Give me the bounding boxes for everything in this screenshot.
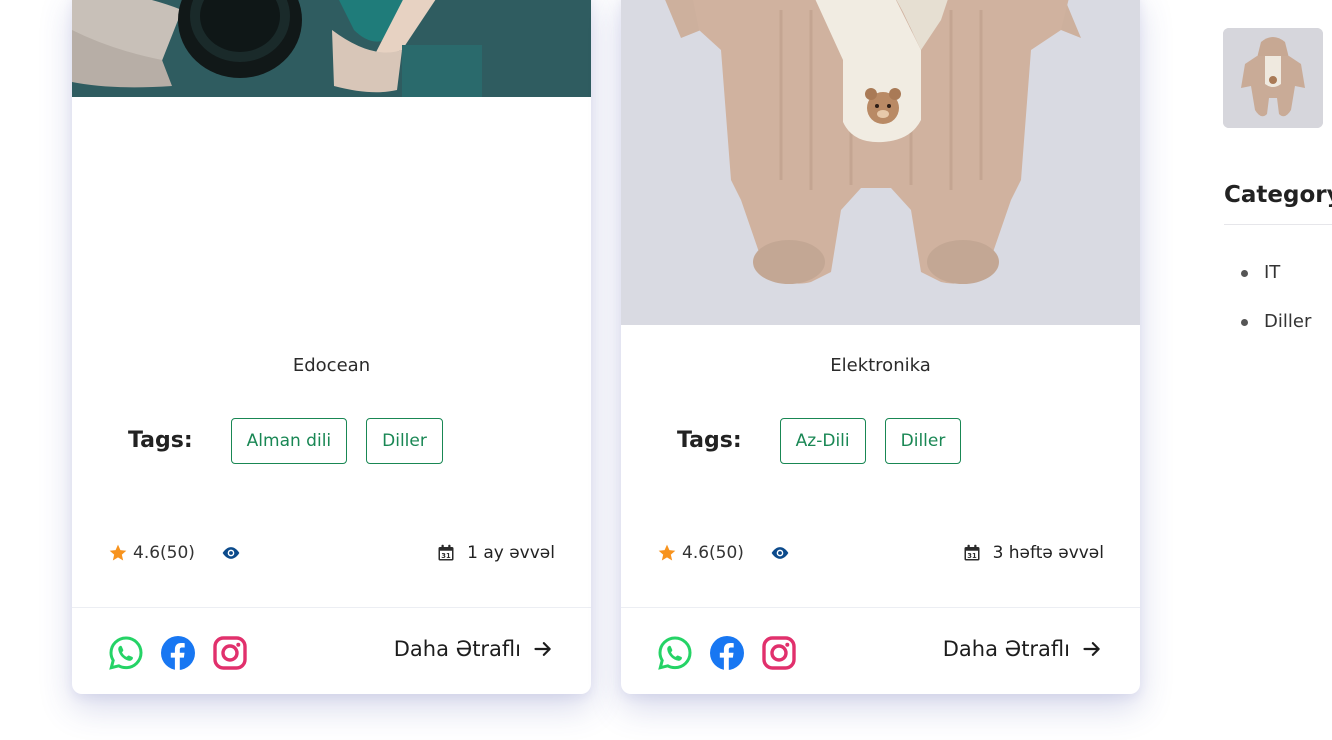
social-links <box>108 635 264 671</box>
card-footer: Daha Ətraflı <box>72 607 591 694</box>
date-text: 3 həftə əvvəl <box>992 543 1104 563</box>
views[interactable] <box>221 546 241 560</box>
star-icon <box>658 544 676 561</box>
tags-label: Tags: <box>677 427 742 453</box>
eye-icon <box>222 547 240 559</box>
post-date: 31 1 ay əvvəl <box>437 543 555 563</box>
sidebar-category-title: Category <box>1224 182 1332 208</box>
details-link[interactable]: Daha Ətraflı <box>394 637 553 661</box>
calendar-icon: 31 <box>964 544 980 561</box>
sidebar-divider <box>1224 224 1332 225</box>
details-link-label: Daha Ətraflı <box>393 637 521 661</box>
card-category: Edocean <box>292 355 371 376</box>
details-link[interactable]: Daha Ətraflı <box>943 637 1102 661</box>
rating-value: 4.6(50) <box>133 543 195 563</box>
whatsapp-icon[interactable] <box>657 635 693 671</box>
card-meta: 4.6(50) 31 1 ay əvvəl <box>108 541 555 565</box>
page: Edocean Tags: Alman dili Diller 4.6(50) <box>0 0 1332 740</box>
tag-button[interactable]: Diller <box>366 418 443 464</box>
tags-row: Tags: Alman dili Diller <box>128 417 462 465</box>
instagram-icon[interactable] <box>212 635 248 671</box>
tag-button[interactable]: Alman dili <box>230 418 348 464</box>
tag-button[interactable]: Diller <box>884 418 962 464</box>
facebook-icon[interactable] <box>709 635 745 671</box>
product-card: Elektronika Tags: Az-Dili Diller 4.6(50) <box>621 0 1140 694</box>
rating-value: 4.6(50) <box>682 543 744 563</box>
card-category: Elektronika <box>830 355 931 376</box>
card-footer: Daha Ətraflı <box>621 607 1140 694</box>
tag-button[interactable]: Az-Dili <box>779 418 866 464</box>
facebook-icon[interactable] <box>160 635 196 671</box>
thumbnail-art <box>1223 28 1323 128</box>
category-list: IT Diller <box>1241 260 1311 358</box>
post-date: 31 3 həftə əvvəl <box>963 543 1104 563</box>
svg-text:31: 31 <box>441 552 451 560</box>
whatsapp-icon[interactable] <box>108 635 144 671</box>
product-card: Edocean Tags: Alman dili Diller 4.6(50) <box>72 0 591 694</box>
recent-post-thumbnail[interactable] <box>1223 28 1323 128</box>
instagram-icon[interactable] <box>761 635 797 671</box>
calendar-icon: 31 <box>438 544 454 561</box>
date-text: 1 ay əvvəl <box>467 543 555 563</box>
rating: 4.6(50) <box>657 543 744 563</box>
eye-icon <box>771 547 789 559</box>
tags-label: Tags: <box>128 427 193 453</box>
product-image[interactable] <box>72 0 591 97</box>
product-image-art <box>72 0 591 97</box>
product-image-art <box>621 0 1140 325</box>
details-link-label: Daha Ətraflı <box>942 637 1070 661</box>
star-icon <box>109 544 127 561</box>
card-meta: 4.6(50) 31 3 həftə əvvəl <box>657 541 1104 565</box>
arrow-right-icon <box>534 642 551 656</box>
category-item[interactable]: Diller <box>1241 309 1311 358</box>
product-image[interactable] <box>621 0 1140 325</box>
category-item[interactable]: IT <box>1241 260 1311 309</box>
tags-row: Tags: Az-Dili Diller <box>677 417 980 465</box>
views[interactable] <box>770 546 790 560</box>
svg-text:31: 31 <box>967 552 977 560</box>
social-links <box>657 635 813 671</box>
arrow-right-icon <box>1083 642 1100 656</box>
rating: 4.6(50) <box>108 543 195 563</box>
